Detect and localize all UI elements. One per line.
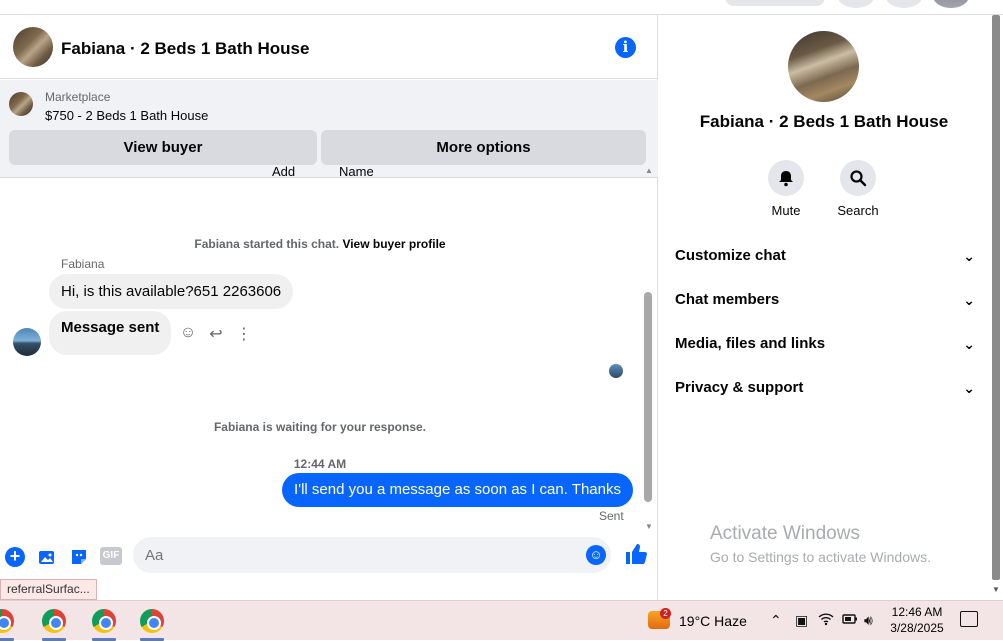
react-emoji-icon[interactable]: ☺ xyxy=(178,324,198,344)
battery-icon[interactable] xyxy=(842,612,858,628)
wifi-icon[interactable] xyxy=(818,612,834,629)
chat-title[interactable]: Fabiana · 2 Beds 1 Bath House xyxy=(61,39,309,59)
row-label: Media, files and links xyxy=(675,335,826,352)
row-label: Customize chat xyxy=(675,247,786,264)
plus-icon[interactable]: + xyxy=(5,547,25,567)
chevron-down-icon: ⌄ xyxy=(963,292,975,308)
conversation-title: Fabiana · 2 Beds 1 Bath House xyxy=(699,112,949,131)
sub-header-add: Add xyxy=(272,164,296,179)
top-search-pill[interactable] xyxy=(725,0,825,6)
listing-thumbnail xyxy=(9,92,33,116)
account-avatar[interactable] xyxy=(933,0,969,8)
more-vertical-icon[interactable]: ⋮ xyxy=(234,324,254,344)
chrome-icon xyxy=(42,609,66,633)
marketplace-label: Marketplace xyxy=(45,90,111,104)
reply-icon[interactable]: ↩ xyxy=(206,324,226,344)
message-actions: ☺ ↩ ⋮ xyxy=(178,324,254,344)
taskbar-app-chrome[interactable] xyxy=(0,607,18,641)
meet-now-icon[interactable]: ▣ xyxy=(795,612,808,629)
chat-started-notice: Fabiana started this chat. View buyer pr… xyxy=(0,237,640,251)
chrome-icon xyxy=(140,609,164,633)
privacy-support-row[interactable]: Privacy & support ⌄ xyxy=(675,374,975,402)
row-label: Privacy & support xyxy=(675,379,804,396)
message-bubble-incoming[interactable]: Message sent xyxy=(49,311,172,355)
view-buyer-profile-link[interactable]: View buyer profile xyxy=(342,237,445,251)
chat-members-row[interactable]: Chat members ⌄ xyxy=(675,286,975,314)
clock-date: 3/28/2025 xyxy=(890,621,944,635)
system-clock[interactable]: 12:46 AM 3/28/2025 xyxy=(887,604,947,636)
search-action[interactable]: Search xyxy=(828,160,888,218)
chrome-icon xyxy=(0,609,14,633)
scroll-thumb[interactable] xyxy=(644,292,652,502)
gif-icon[interactable]: GIF xyxy=(100,547,122,565)
message-bubble-incoming[interactable]: Hi, is this available?651 2263606 xyxy=(49,274,294,309)
emoji-icon[interactable]: ☺ xyxy=(586,545,606,565)
chat-header: Fabiana · 2 Beds 1 Bath House i xyxy=(0,15,658,79)
scroll-down-icon[interactable]: ▼ xyxy=(645,522,653,531)
mute-label: Mute xyxy=(771,203,801,218)
chevron-down-icon: ⌄ xyxy=(963,248,975,264)
weather-text[interactable]: 19°C Haze xyxy=(679,613,747,629)
message-scrollbar[interactable]: ▲ ▼ xyxy=(643,164,655,534)
notifications-icon[interactable] xyxy=(886,0,922,8)
message-list: Add Name Fabiana started this chat. View… xyxy=(0,164,658,531)
activate-windows-subtitle: Go to Settings to activate Windows. xyxy=(710,549,931,565)
search-label: Search xyxy=(837,203,879,218)
sent-status: Sent xyxy=(599,509,624,523)
row-label: Chat members xyxy=(675,291,780,308)
info-icon[interactable]: i xyxy=(615,37,636,58)
windows-taskbar: 2 19°C Haze ⌃ ▣ 🔊︎ 12:46 AM 3/28/2025 xyxy=(0,600,1003,641)
sender-avatar[interactable] xyxy=(13,328,41,356)
status-tooltip: referralSurfac... xyxy=(0,579,97,600)
menu-icon[interactable] xyxy=(838,0,874,8)
search-icon[interactable] xyxy=(840,160,876,196)
conversation-avatar[interactable] xyxy=(788,31,859,102)
message-bubble-outgoing[interactable]: I'll send you a message as soon as I can… xyxy=(282,473,633,507)
chat-started-text: Fabiana started this chat. xyxy=(194,237,343,251)
sticker-icon[interactable] xyxy=(69,547,89,567)
listing-price: $750 - 2 Beds 1 Bath House xyxy=(45,108,209,123)
message-input[interactable] xyxy=(133,537,611,573)
chat-avatar[interactable] xyxy=(13,27,53,67)
media-files-row[interactable]: Media, files and links ⌄ xyxy=(675,330,975,358)
sender-name: Fabiana xyxy=(61,257,105,271)
photo-icon[interactable] xyxy=(37,547,57,567)
mute-action[interactable]: Mute xyxy=(756,160,816,218)
volume-icon[interactable]: 🔊︎ xyxy=(864,612,873,629)
clock-time: 12:46 AM xyxy=(891,605,943,619)
composer: + GIF ☺ xyxy=(0,537,658,585)
thumbs-up-icon[interactable] xyxy=(624,542,648,572)
notification-center-icon[interactable] xyxy=(960,611,978,627)
page-scrollbar[interactable]: ▼ xyxy=(989,15,1003,600)
taskbar-app-chrome[interactable] xyxy=(38,607,70,641)
taskbar-app-chrome[interactable] xyxy=(136,607,168,641)
chevron-down-icon: ⌄ xyxy=(963,336,975,352)
customize-chat-row[interactable]: Customize chat ⌄ xyxy=(675,242,975,270)
browser-top-strip xyxy=(0,0,1003,15)
waiting-notice: Fabiana is waiting for your response. xyxy=(213,420,427,434)
seen-avatar xyxy=(609,364,623,378)
message-timestamp: 12:44 AM xyxy=(293,457,347,471)
weather-badge: 2 xyxy=(660,608,671,619)
page-scroll-down-icon[interactable]: ▼ xyxy=(992,585,1000,594)
chrome-icon xyxy=(92,609,116,633)
view-buyer-button[interactable]: View buyer xyxy=(9,130,317,165)
conversation-info-panel: Fabiana · 2 Beds 1 Bath House Mute Searc… xyxy=(659,15,989,600)
page-scroll-thumb[interactable] xyxy=(992,15,1000,580)
sub-header-name: Name xyxy=(339,164,374,179)
show-hidden-icons-icon[interactable]: ⌃ xyxy=(770,612,782,629)
scroll-up-icon[interactable]: ▲ xyxy=(645,166,653,175)
activate-windows-title: Activate Windows xyxy=(710,523,860,544)
taskbar-app-chrome[interactable] xyxy=(88,607,120,641)
chevron-down-icon: ⌄ xyxy=(963,380,975,396)
more-options-button[interactable]: More options xyxy=(321,130,646,165)
bell-icon[interactable] xyxy=(768,160,804,196)
